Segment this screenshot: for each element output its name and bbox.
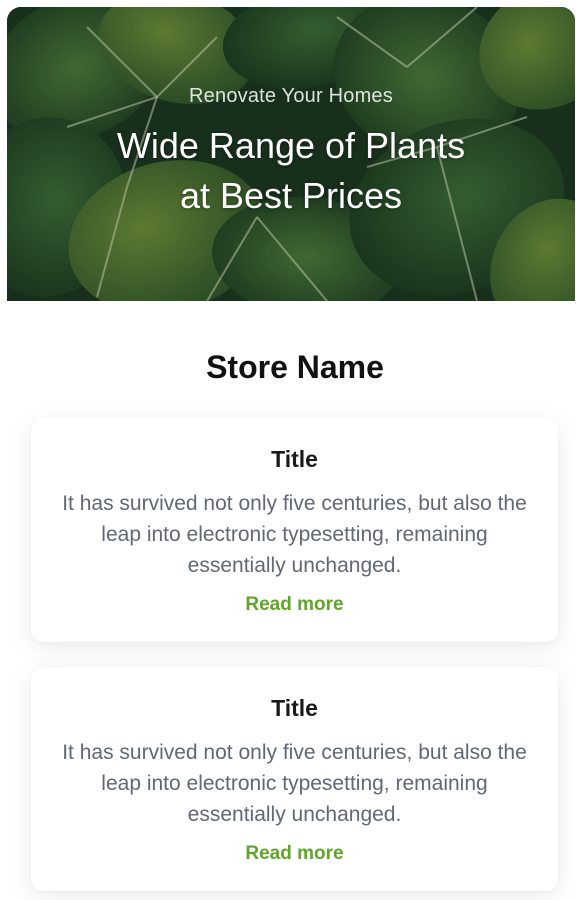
hero-banner: Renovate Your Homes Wide Range of Plants… [7,7,575,301]
app-frame: Renovate Your Homes Wide Range of Plants… [0,0,576,900]
card-description: It has survived not only five centuries,… [62,492,527,577]
info-card: Title It has survived not only five cent… [31,418,558,642]
hero-eyebrow: Renovate Your Homes [189,85,393,107]
card-title: Title [271,695,318,721]
hero-title: Wide Range of Plants at Best Prices [47,121,535,221]
card-description: It has survived not only five centuries,… [62,741,527,826]
card-title: Title [271,446,318,472]
hero-title-line-1: Wide Range of Plants [116,125,466,166]
hero-text-group: Renovate Your Homes Wide Range of Plants… [7,7,575,301]
hero-title-line-2: at Best Prices [179,175,403,216]
read-more-link[interactable]: Read more [31,843,558,865]
store-name-heading: Store Name [206,349,384,385]
read-more-link[interactable]: Read more [31,594,558,616]
info-card: Title It has survived not only five cent… [31,667,558,891]
